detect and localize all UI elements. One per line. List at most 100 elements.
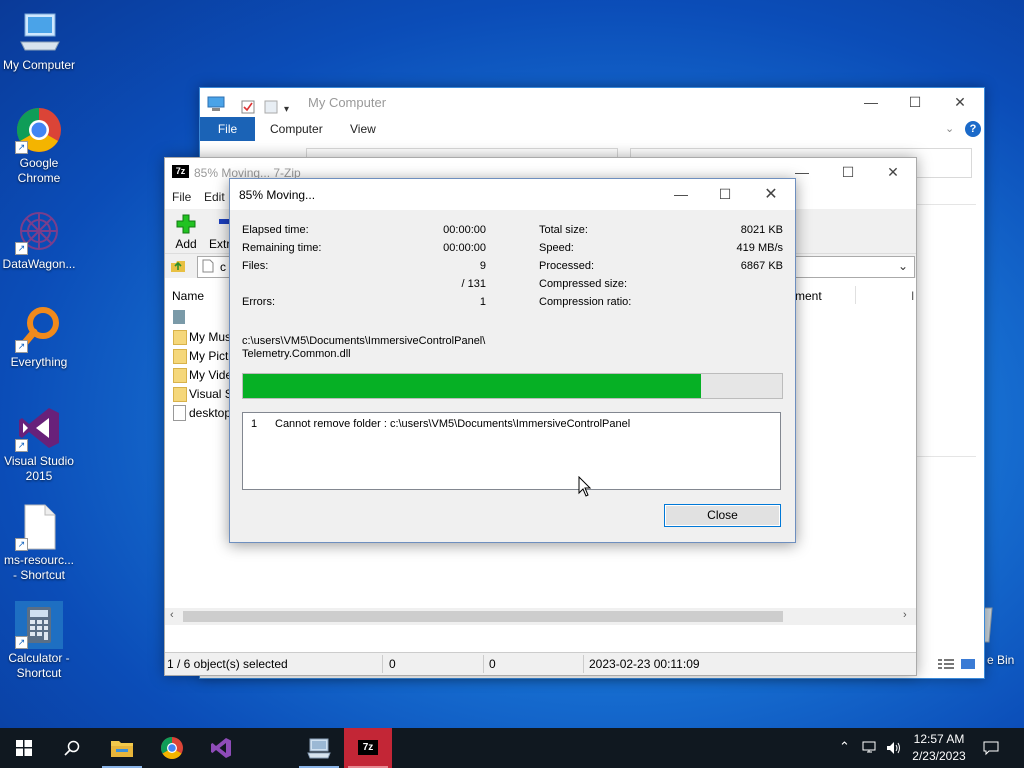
progress-dialog[interactable]: 85% Moving... — ☐ ✕ Elapsed time: 00:00:… [229,178,796,543]
list-item-name: My Pict [189,349,229,363]
error-message: Cannot remove folder : c:\users\VM5\Docu… [275,418,631,430]
sevenzip-app-icon: 7z [358,740,378,755]
file-explorer-icon [111,741,133,757]
desktop-icon-label: My Computer [2,58,76,72]
files-total: / 131 [461,278,486,290]
processed-label: Processed: [539,260,595,272]
tab-file[interactable]: File [200,117,255,141]
remaining-label: Remaining time: [242,242,322,254]
recycle-bin-label: e Bin [987,653,1015,667]
folder-icon [173,368,187,383]
divider [382,655,383,673]
mouse-cursor-icon [578,475,592,501]
clock-time[interactable]: 12:57 AM [905,732,973,746]
desktop-icon-google-chrome[interactable]: ↗ Google Chrome [1,106,77,186]
desktop-icon-visual-studio[interactable]: ↗ Visual Studio 2015 [1,404,77,484]
chrome-icon [161,737,183,759]
desktop-icon-label: Calculator - Shortcut [8,651,70,680]
maximize-button[interactable]: ☐ [892,88,938,117]
plus-icon [173,214,199,237]
status-modified: 2023-02-23 00:11:09 [589,657,700,671]
taskbar-chrome[interactable] [148,728,196,768]
clock-date[interactable]: 2/23/2023 [905,749,973,763]
chevron-up-icon[interactable]: ⌃ [839,739,850,755]
search-button[interactable] [48,728,96,768]
visual-studio-icon: ↗ [15,404,63,452]
chevron-down-icon[interactable]: ⌄ [898,259,908,273]
remaining-value: 00:00:00 [443,242,486,254]
visual-studio-icon [211,738,231,758]
status-size: 0 [389,657,396,671]
details-view-icon[interactable] [938,658,954,673]
tab-computer[interactable]: Computer [270,117,323,141]
error-list[interactable]: 1 Cannot remove folder : c:\users\VM5\Do… [242,412,781,490]
everything-search-icon: ↗ [15,305,63,353]
notification-icon[interactable] [983,740,999,756]
volume-icon[interactable] [886,741,902,755]
compression-ratio-label: Compression ratio: [539,296,632,308]
maximize-button[interactable]: ☐ [825,158,871,187]
list-item-name: desktop [189,406,232,420]
taskbar-explorer-window[interactable] [295,728,343,768]
taskbar: 7z ⌃ 12:57 AM 2/23/2023 [0,728,1024,768]
column-header-comment[interactable]: ment [795,289,822,303]
desktop-icon-my-computer[interactable]: My Computer [1,8,77,73]
minimize-button[interactable]: — [658,179,704,210]
menu-file[interactable]: File [172,190,191,204]
progress-bar [242,373,783,399]
list-item-name: My Vide [189,368,233,382]
extract-icon [209,214,231,237]
drive-icon [173,310,185,324]
status-selected: 1 / 6 object(s) selected [167,657,288,671]
desktop-icon-calculator-shortcut[interactable]: ↗ Calculator - Shortcut [1,601,77,681]
taskbar-visual-studio[interactable] [197,728,245,768]
sevenzip-statusbar: 1 / 6 object(s) selected 0 0 2023-02-23 … [165,652,916,675]
add-button[interactable]: Add [173,214,199,251]
desktop-icon-everything[interactable]: ↗ Everything [1,305,77,370]
folder-up-icon[interactable] [170,258,186,277]
search-icon [64,740,80,756]
scroll-left-icon[interactable]: ‹ [170,609,174,621]
desktop-icon-label: DataWagon... [2,257,76,271]
file-icon [202,259,214,276]
progress-bar-fill [243,374,702,398]
taskbar-file-explorer[interactable] [98,728,146,768]
my-computer-icon [307,738,331,759]
scrollbar-thumb[interactable] [183,611,783,622]
network-icon[interactable] [862,741,878,755]
large-icons-view-icon[interactable] [960,658,976,673]
horizontal-scrollbar[interactable]: ‹ › [165,608,916,625]
close-button[interactable]: ✕ [870,158,916,187]
close-button[interactable]: ✕ [748,179,794,210]
close-dialog-button[interactable]: Close [664,504,781,527]
shortcut-arrow-icon: ↗ [15,538,28,551]
desktop-icon-ms-resource-shortcut[interactable]: ↗ ms-resourc... - Shortcut [1,503,77,583]
datawagon-icon: ↗ [15,207,63,255]
folder-icon [173,349,187,364]
divider [583,655,584,673]
chevron-down-icon[interactable]: ⌄ [945,122,954,135]
tab-view[interactable]: View [350,117,376,141]
close-button[interactable]: ✕ [937,88,983,117]
maximize-button[interactable]: ☐ [702,179,748,210]
scroll-right-icon[interactable]: › [903,609,907,621]
current-path-line2: Telemetry.Common.dll [242,348,351,360]
status-packed-size: 0 [489,657,496,671]
desktop-icon-datawagon[interactable]: ↗ DataWagon... [1,207,77,272]
compressed-size-label: Compressed size: [539,278,628,290]
start-button[interactable] [0,728,48,768]
folder-icon [173,387,187,402]
divider [483,655,484,673]
column-header-name[interactable]: Name [172,289,204,303]
calculator-icon: ↗ [15,601,63,649]
help-icon[interactable]: ? [965,121,981,137]
elapsed-label: Elapsed time: [242,224,309,236]
current-path-line1: c:\users\VM5\Documents\ImmersiveControlP… [242,335,486,347]
menu-edit[interactable]: Edit [204,190,225,204]
minimize-button[interactable]: — [848,88,894,117]
taskbar-7zip[interactable]: 7z [344,728,392,768]
desktop-icon-label: Visual Studio 2015 [4,454,74,483]
column-header-extra[interactable]: I [911,289,914,303]
extract-button[interactable]: Extr [209,214,231,251]
chrome-icon: ↗ [15,106,63,154]
